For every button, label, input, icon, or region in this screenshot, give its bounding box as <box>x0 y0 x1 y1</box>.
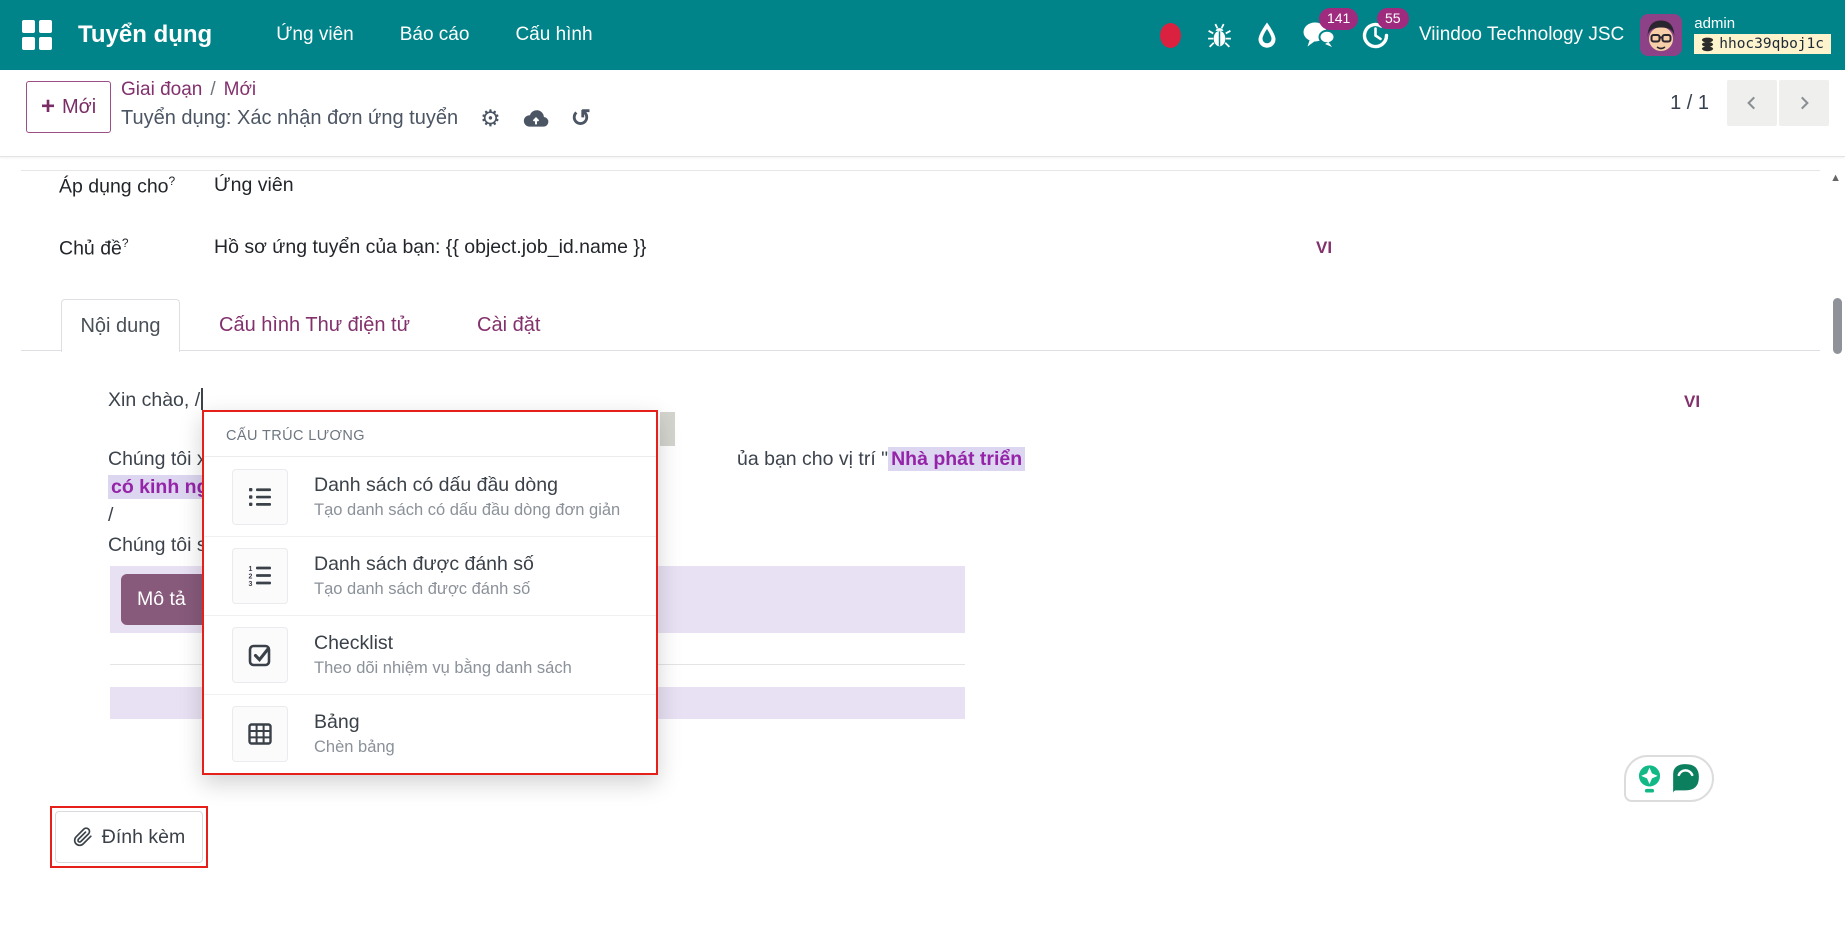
body-line3: / <box>108 504 113 527</box>
sheet-top-border <box>21 170 1820 171</box>
powerbox-item-subtitle: Tạo danh sách được đánh số <box>314 580 534 599</box>
nav-menu-item-settings[interactable]: Cấu hình <box>515 24 592 46</box>
table-icon <box>232 706 288 762</box>
svg-text:1: 1 <box>249 566 253 573</box>
assistant-widget[interactable] <box>1624 755 1714 802</box>
attach-file-button[interactable]: Đính kèm <box>55 811 203 863</box>
user-name[interactable]: admin <box>1694 16 1735 31</box>
powerbox-item-title: Danh sách được đánh số <box>314 553 534 576</box>
powerbox-item-subtitle: Chèn bảng <box>314 738 395 757</box>
powerbox-item-checklist[interactable]: Checklist Theo dõi nhiệm vụ bằng danh sá… <box>204 615 656 694</box>
activities-count-badge: 55 <box>1377 8 1409 30</box>
apply-to-value[interactable]: Ứng viên <box>214 174 294 197</box>
powerbox-item-title: Checklist <box>314 632 572 655</box>
activities-clock-icon[interactable]: 55 <box>1360 20 1391 51</box>
pager-previous-button[interactable] <box>1727 80 1777 126</box>
breadcrumb-separator: / <box>210 79 215 100</box>
powerbox-item-numbered-list[interactable]: 123 Danh sách được đánh số Tạo danh sách… <box>204 536 656 615</box>
user-meta: admin hhoc39qboj1c <box>1694 16 1831 54</box>
body-line1-right: ủa bạn cho vị trí "Nhà phát triển <box>737 448 1025 471</box>
tab-settings[interactable]: Cài đặt <box>477 299 540 351</box>
new-record-button[interactable]: + Mới <box>26 81 111 133</box>
breadcrumb-current[interactable]: Mới <box>224 79 257 100</box>
svg-text:2: 2 <box>249 574 253 581</box>
droplet-icon[interactable] <box>1256 21 1278 49</box>
company-switcher[interactable]: Viindoo Technology JSC <box>1419 24 1624 46</box>
apply-to-label: Áp dụng cho? <box>59 174 175 199</box>
tab-email-config[interactable]: Cấu hình Thư điện tử <box>219 299 410 351</box>
powerbox-item-title: Bảng <box>314 711 395 734</box>
nav-menu-item-candidates[interactable]: Ứng viên <box>276 24 354 46</box>
breadcrumb-parent-link[interactable]: Giai đoạn <box>121 79 202 100</box>
powerbox-section-title: CẤU TRÚC LƯƠNG <box>204 412 656 457</box>
highlighted-job-title: Nhà phát triển <box>888 447 1025 471</box>
bug-icon[interactable] <box>1207 22 1232 49</box>
record-title: Tuyển dụng: Xác nhận đơn ứng tuyển <box>121 107 458 130</box>
new-button-label: Mới <box>62 96 96 119</box>
record-indicator-icon[interactable] <box>1160 23 1181 48</box>
apps-grid-icon[interactable] <box>22 20 53 51</box>
database-badge: hhoc39qboj1c <box>1694 34 1831 54</box>
chevron-right-icon <box>1795 94 1813 112</box>
database-icon <box>1701 37 1714 52</box>
plus-icon: + <box>41 93 55 121</box>
pager-value: 1 / 1 <box>1670 92 1709 115</box>
numbered-list-icon: 123 <box>232 548 288 604</box>
powerbox-item-title: Danh sách có dấu đầu dòng <box>314 474 620 497</box>
messages-icon[interactable]: 141 <box>1302 20 1336 50</box>
messages-count-badge: 141 <box>1319 8 1358 30</box>
chat-bubble-icon <box>1668 761 1703 796</box>
top-navbar: Tuyển dụng Ứng viên Báo cáo Cấu hình <box>0 0 1845 70</box>
nav-menu: Ứng viên Báo cáo Cấu hình <box>276 24 592 46</box>
tab-content[interactable]: Nội dung <box>61 299 180 352</box>
cloud-save-icon[interactable] <box>523 108 549 130</box>
paperclip-icon <box>73 827 93 847</box>
body-line1-left: Chúng tôi x <box>108 448 207 471</box>
body-language-badge[interactable]: VI <box>1684 392 1700 412</box>
powerbox-dropdown: CẤU TRÚC LƯƠNG Danh sách có dấu đầu dòng… <box>202 410 658 775</box>
subject-label: Chủ đề? <box>59 236 129 261</box>
nav-menu-item-reports[interactable]: Báo cáo <box>400 24 470 46</box>
gear-icon[interactable]: ⚙ <box>480 105 501 132</box>
body-line4: Chúng tôi s <box>108 534 207 557</box>
attach-highlight-box: Đính kèm <box>50 806 208 868</box>
navbar-right: 141 55 Viindoo Technology JSC admin <box>1160 14 1831 56</box>
discard-undo-icon[interactable]: ↺ <box>571 104 591 133</box>
scrollbar-thumb[interactable] <box>1833 298 1842 354</box>
scrollbar-up-arrow[interactable]: ▲ <box>1830 172 1841 184</box>
powerbox-item-bullet-list[interactable]: Danh sách có dấu đầu dòng Tạo danh sách … <box>204 457 656 536</box>
powerbox-scrollbar-thumb[interactable] <box>660 412 675 446</box>
powerbox-item-subtitle: Theo dõi nhiệm vụ bằng danh sách <box>314 659 572 678</box>
pager: 1 / 1 <box>1670 80 1829 126</box>
bullet-list-icon <box>232 469 288 525</box>
powerbox-item-subtitle: Tạo danh sách có dấu đầu dòng đơn giản <box>314 501 620 520</box>
svg-text:3: 3 <box>249 581 253 588</box>
powerbox-item-table[interactable]: Bảng Chèn bảng <box>204 694 656 773</box>
text-cursor <box>201 388 203 410</box>
help-question-icon: ? <box>169 174 176 188</box>
lightbulb-sparkle-icon <box>1636 763 1663 794</box>
user-avatar[interactable] <box>1640 14 1682 56</box>
help-question-icon: ? <box>122 236 129 250</box>
chevron-left-icon <box>1743 94 1761 112</box>
subject-input-value[interactable]: Hồ sơ ứng tuyển của bạn: {{ object.job_i… <box>214 236 646 259</box>
editor-greeting-line[interactable]: Xin chào, / <box>108 388 203 412</box>
pager-next-button[interactable] <box>1779 80 1829 126</box>
app-name[interactable]: Tuyển dụng <box>78 21 212 49</box>
checklist-icon <box>232 627 288 683</box>
attach-button-label: Đính kèm <box>102 826 185 849</box>
breadcrumb: Giai đoạn / Mới Tuyển dụng: Xác nhận đơn ứ… <box>121 79 591 133</box>
subject-language-badge[interactable]: VI <box>1316 238 1332 258</box>
control-panel: + Mới Giai đoạn / Mới Tuyển dụng: Xác nhận… <box>0 70 1845 157</box>
database-name: hhoc39qboj1c <box>1719 36 1824 52</box>
